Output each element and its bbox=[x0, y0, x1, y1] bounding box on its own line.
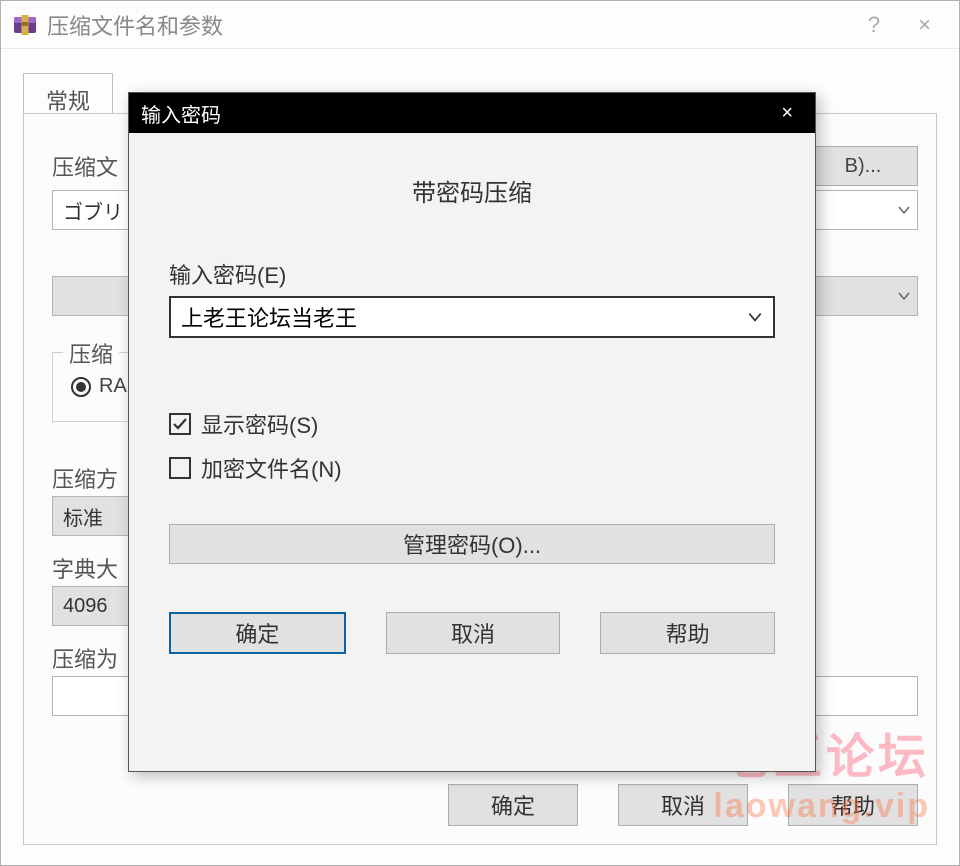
checkbox-encrypt-label: 加密文件名(N) bbox=[201, 452, 342, 484]
radio-rar-label: RA bbox=[99, 375, 127, 398]
checkbox-unchecked-icon bbox=[169, 457, 191, 479]
password-input[interactable]: 上老王论坛当老王 bbox=[169, 296, 775, 338]
modal-heading: 带密码压缩 bbox=[129, 173, 815, 208]
label-dict: 字典大 bbox=[52, 552, 118, 584]
label-archive-name: 压缩文 bbox=[52, 150, 118, 182]
parent-title: 压缩文件名和参数 bbox=[47, 9, 848, 41]
label-split: 压缩为 bbox=[52, 642, 118, 674]
winrar-icon bbox=[11, 11, 39, 39]
archive-name-value: ゴブリ bbox=[63, 196, 123, 225]
chevron-down-icon bbox=[897, 203, 911, 217]
close-icon[interactable]: × bbox=[900, 8, 949, 42]
close-icon[interactable]: × bbox=[771, 100, 803, 127]
parent-help-button[interactable]: 帮助 bbox=[788, 784, 918, 826]
modal-titlebar: 输入密码 × bbox=[129, 93, 815, 133]
modal-ok-button[interactable]: 确定 bbox=[169, 612, 346, 654]
label-method: 压缩方 bbox=[52, 462, 118, 494]
manage-passwords-button[interactable]: 管理密码(O)... bbox=[169, 524, 775, 564]
checkbox-show-label: 显示密码(S) bbox=[201, 408, 318, 440]
parent-cancel-button[interactable]: 取消 bbox=[618, 784, 748, 826]
radio-rar[interactable]: RA bbox=[71, 375, 127, 398]
parent-ok-button[interactable]: 确定 bbox=[448, 784, 578, 826]
browse-button[interactable]: B)... bbox=[808, 146, 918, 186]
radio-icon bbox=[71, 377, 91, 397]
help-icon[interactable]: ? bbox=[848, 12, 900, 38]
modal-title: 输入密码 bbox=[141, 99, 771, 128]
titlebar-controls: ? × bbox=[848, 8, 949, 42]
dict-value: 4096 bbox=[63, 595, 108, 618]
modal-help-button[interactable]: 帮助 bbox=[600, 612, 775, 654]
password-dialog: 输入密码 × 带密码压缩 输入密码(E) 上老王论坛当老王 显示密码(S) bbox=[128, 92, 816, 772]
modal-cancel-button[interactable]: 取消 bbox=[386, 612, 561, 654]
format-group-title: 压缩 bbox=[63, 337, 119, 369]
browse-label: B)... bbox=[845, 155, 882, 178]
method-value: 标准 bbox=[63, 502, 103, 531]
checkbox-encrypt-names[interactable]: 加密文件名(N) bbox=[169, 452, 775, 484]
password-value: 上老王论坛当老王 bbox=[181, 301, 357, 333]
parent-titlebar: 压缩文件名和参数 ? × bbox=[1, 1, 959, 49]
checkbox-checked-icon bbox=[169, 413, 191, 435]
manage-label: 管理密码(O)... bbox=[403, 528, 541, 560]
chevron-down-icon bbox=[897, 289, 911, 303]
chevron-down-icon[interactable] bbox=[747, 309, 763, 325]
password-label: 输入密码(E) bbox=[169, 258, 775, 290]
checkbox-show-password[interactable]: 显示密码(S) bbox=[169, 408, 775, 440]
modal-body: 带密码压缩 输入密码(E) 上老王论坛当老王 显示密码(S) 加密文件名(N) bbox=[129, 133, 815, 674]
